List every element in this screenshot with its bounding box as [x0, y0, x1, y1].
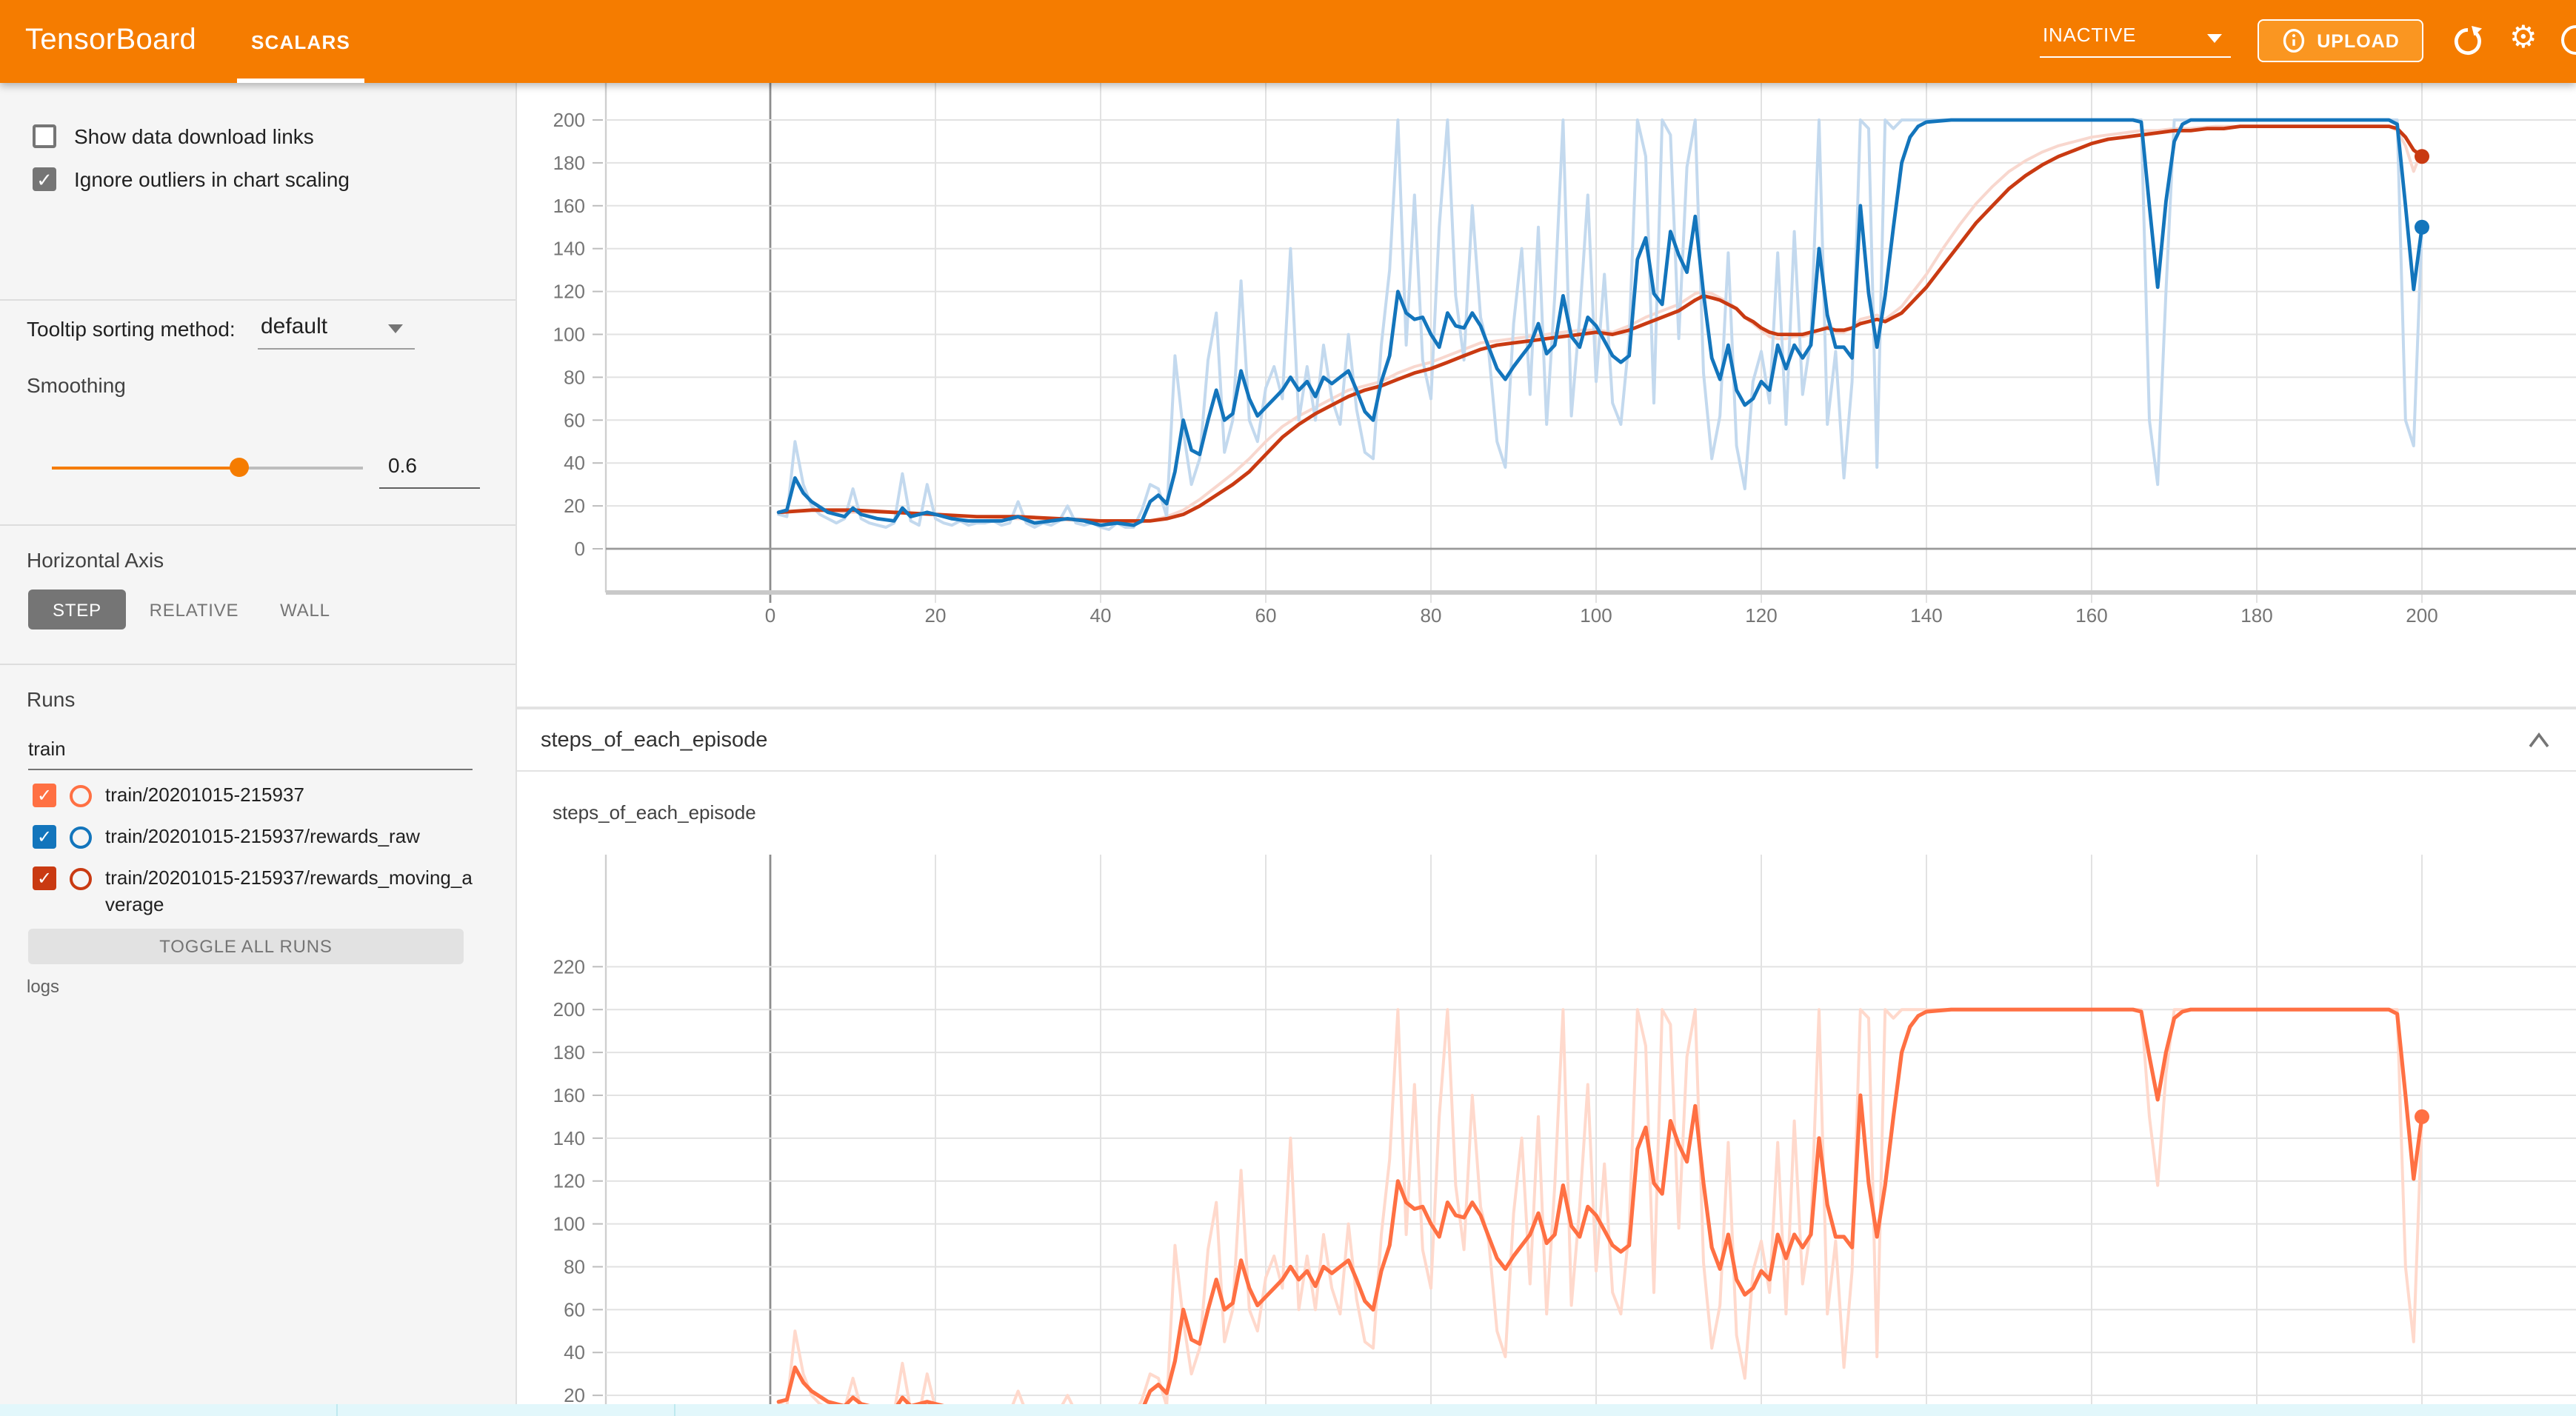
- svg-text:140: 140: [553, 238, 585, 260]
- refresh-icon: [2452, 25, 2484, 58]
- tab-active-underline: [237, 79, 364, 83]
- upload-button-label: UPLOAD: [2317, 30, 2400, 51]
- axis-step-button[interactable]: STEP: [28, 590, 126, 629]
- divider: [0, 299, 515, 301]
- svg-text:140: 140: [1910, 604, 1942, 627]
- chart1-svg[interactable]: 0 20 40 60 80 100 120 140 160 180 200 0 20 40 60 80 100 1…: [515, 83, 2576, 707]
- show-download-links-checkbox-row[interactable]: Show data download links: [33, 124, 314, 148]
- tensorboard-app: TensorBoard SCALARS INACTIVE UPLOAD ⚙: [0, 0, 2576, 1416]
- run-list-item[interactable]: ✓ train/20201015-215937/rewards_raw: [33, 824, 473, 849]
- show-download-links-label: Show data download links: [74, 124, 314, 148]
- run-filter-input[interactable]: [28, 735, 473, 770]
- run-color-ring-icon[interactable]: [70, 826, 92, 849]
- status-value: INACTIVE: [2043, 24, 2136, 46]
- refresh-button[interactable]: [2452, 25, 2484, 58]
- gear-icon: ⚙: [2509, 21, 2537, 55]
- svg-text:200: 200: [553, 998, 585, 1021]
- svg-text:140: 140: [553, 1127, 585, 1149]
- help-icon[interactable]: [2561, 25, 2576, 55]
- svg-text:40: 40: [564, 452, 585, 474]
- settings-button[interactable]: ⚙: [2509, 22, 2542, 55]
- run-list-item[interactable]: ✓ train/20201015-215937/rewards_moving_av…: [33, 865, 473, 917]
- sidebar: Show data download links ✓ Ignore outlie…: [0, 83, 517, 1416]
- runs-label: Runs: [27, 687, 75, 711]
- status-dropdown[interactable]: INACTIVE: [2040, 18, 2231, 58]
- svg-text:220: 220: [553, 955, 585, 978]
- svg-text:60: 60: [564, 409, 585, 431]
- svg-text:200: 200: [2406, 604, 2437, 627]
- svg-text:180: 180: [553, 1041, 585, 1063]
- smoothing-slider-fill: [52, 467, 238, 470]
- smoothing-label: Smoothing: [27, 373, 126, 397]
- svg-text:80: 80: [564, 366, 585, 388]
- ignore-outliers-label: Ignore outliers in chart scaling: [74, 167, 350, 191]
- smoothing-slider-thumb[interactable]: [230, 458, 249, 477]
- svg-text:40: 40: [1090, 604, 1112, 627]
- checkbox-checked-icon[interactable]: ✓: [33, 167, 56, 191]
- run-color-ring-icon[interactable]: [70, 868, 92, 890]
- info-icon: [2281, 28, 2306, 53]
- strip-tick: [336, 1404, 338, 1416]
- ignore-outliers-checkbox-row[interactable]: ✓ Ignore outliers in chart scaling: [33, 167, 350, 191]
- app-title: TensorBoard: [25, 24, 196, 58]
- run-checkbox[interactable]: ✓: [33, 866, 56, 890]
- axis-relative-button[interactable]: RELATIVE: [141, 590, 247, 629]
- svg-text:100: 100: [553, 324, 585, 346]
- svg-text:160: 160: [2075, 604, 2107, 627]
- run-checkbox[interactable]: ✓: [33, 825, 56, 849]
- chevron-down-icon: [2207, 34, 2222, 43]
- run-label: train/20201015-215937: [105, 782, 473, 808]
- chart2-title: steps_of_each_episode: [553, 801, 756, 824]
- strip-tick: [674, 1404, 675, 1416]
- svg-text:40: 40: [564, 1341, 585, 1363]
- chevron-up-icon[interactable]: [2523, 730, 2555, 751]
- svg-text:80: 80: [564, 1255, 585, 1278]
- tab-scalars-label: SCALARS: [251, 30, 350, 53]
- smoothing-slider[interactable]: [52, 467, 363, 470]
- run-checkbox[interactable]: ✓: [33, 784, 56, 807]
- divider: [0, 524, 515, 526]
- svg-text:0: 0: [575, 538, 585, 560]
- run-label: train/20201015-215937/rewards_moving_ave…: [105, 865, 473, 917]
- app-header: TensorBoard SCALARS INACTIVE UPLOAD ⚙: [0, 0, 2576, 83]
- tooltip-sorting-label: Tooltip sorting method:: [27, 317, 236, 341]
- svg-text:80: 80: [1421, 604, 1442, 627]
- svg-text:160: 160: [553, 195, 585, 217]
- svg-text:20: 20: [564, 1384, 585, 1406]
- run-list-item[interactable]: ✓ train/20201015-215937: [33, 782, 473, 808]
- svg-text:0: 0: [765, 604, 775, 627]
- svg-text:120: 120: [553, 1170, 585, 1192]
- svg-text:100: 100: [553, 1213, 585, 1235]
- svg-text:120: 120: [553, 281, 585, 303]
- chart2-svg[interactable]: 020406080100120140160180200220: [515, 855, 2576, 1416]
- chevron-down-icon: [388, 324, 403, 333]
- toggle-all-runs-button[interactable]: TOGGLE ALL RUNS: [28, 929, 464, 964]
- svg-text:20: 20: [925, 604, 947, 627]
- svg-text:60: 60: [564, 1298, 585, 1320]
- tab-scalars[interactable]: SCALARS: [237, 0, 364, 83]
- svg-text:100: 100: [1580, 604, 1612, 627]
- section-title: steps_of_each_episode: [541, 729, 767, 752]
- bottom-selection-strip: [0, 1404, 2576, 1416]
- horizontal-axis-label: Horizontal Axis: [27, 548, 164, 572]
- divider: [0, 664, 515, 665]
- section-header[interactable]: steps_of_each_episode: [515, 707, 2576, 772]
- svg-text:180: 180: [553, 152, 585, 174]
- smoothing-value-field[interactable]: 0.6: [379, 453, 480, 489]
- main-content: 0 20 40 60 80 100 120 140 160 180 200 0 20 40 60 80 100 1…: [515, 83, 2576, 1416]
- run-label: train/20201015-215937/rewards_raw: [105, 824, 473, 849]
- svg-text:180: 180: [2240, 604, 2272, 627]
- upload-button[interactable]: UPLOAD: [2258, 19, 2423, 62]
- svg-text:120: 120: [1745, 604, 1777, 627]
- svg-text:160: 160: [553, 1084, 585, 1106]
- svg-text:200: 200: [553, 109, 585, 131]
- axis-wall-button[interactable]: WALL: [264, 590, 347, 629]
- svg-text:20: 20: [564, 495, 585, 517]
- run-color-ring-icon[interactable]: [70, 785, 92, 807]
- logs-label: logs: [27, 976, 59, 997]
- svg-text:60: 60: [1255, 604, 1277, 627]
- checkbox-unchecked-icon[interactable]: [33, 124, 56, 148]
